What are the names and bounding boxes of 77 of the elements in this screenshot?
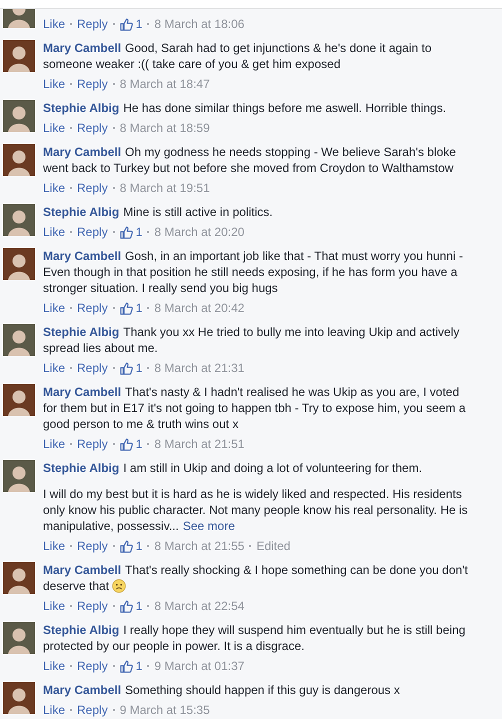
comment-text: Mary Cambell Oh my godness he needs stopping - We believe Sarah's bloke went back to Turkey but not before she moved from Croydon to Walthamstow <box>43 144 457 176</box>
reply-link[interactable]: Reply <box>77 16 108 32</box>
like-count[interactable]: 1 <box>136 224 142 240</box>
like-count[interactable]: 1 <box>136 16 142 32</box>
like-link[interactable]: Like <box>43 16 66 32</box>
timestamp[interactable]: 9 March at 01:37 <box>154 658 244 674</box>
author-name[interactable]: Stephie Albig <box>43 101 120 115</box>
reply-link[interactable]: Reply <box>77 436 108 452</box>
timestamp[interactable]: 8 March at 20:42 <box>154 300 244 316</box>
timestamp[interactable]: 8 March at 21:31 <box>154 360 244 376</box>
like-count[interactable]: 1 <box>136 538 142 554</box>
author-name[interactable]: Stephie Albig <box>43 205 120 219</box>
comment-text: Mary Cambell Something should happen if this guy is dangerous x <box>43 682 401 698</box>
author-name[interactable]: Stephie Albig <box>43 461 120 475</box>
timestamp[interactable]: 8 March at 18:47 <box>120 76 210 92</box>
like-link[interactable]: Like <box>43 436 66 452</box>
timestamp[interactable]: 8 March at 21:51 <box>154 436 244 452</box>
thumbs-up-icon <box>120 302 133 314</box>
like-count[interactable]: 1 <box>136 658 142 674</box>
author-name[interactable]: Mary Cambell <box>43 249 122 263</box>
author-name[interactable]: Mary Cambell <box>43 563 122 577</box>
timestamp[interactable]: 8 March at 19:51 <box>120 180 210 196</box>
like-link[interactable]: Like <box>43 224 66 240</box>
reply-link[interactable]: Reply <box>77 538 108 554</box>
like-link[interactable]: Like <box>43 658 66 674</box>
timestamp[interactable]: 8 March at 20:20 <box>154 224 244 240</box>
comment-text: Stephie Albig Mine is still active in politics. <box>43 204 274 220</box>
author-name[interactable]: Mary Cambell <box>43 683 122 697</box>
timestamp[interactable]: 9 March at 15:35 <box>120 702 210 718</box>
like-link[interactable]: Like <box>43 120 66 136</box>
reply-link[interactable]: Reply <box>77 702 108 718</box>
timestamp[interactable]: 8 March at 22:54 <box>154 598 244 614</box>
thumbs-up-icon <box>120 660 133 672</box>
author-name[interactable]: Mary Cambell <box>43 385 122 399</box>
reply-link[interactable]: Reply <box>77 658 108 674</box>
thumbs-up-icon <box>120 362 133 374</box>
like-link[interactable]: Like <box>43 76 66 92</box>
like-count[interactable]: 1 <box>136 598 142 614</box>
like-link[interactable]: Like <box>43 598 66 614</box>
comment-text: Mary Cambell Gosh, in an important job like that - That must worry you hunni - Even though in that position he still needs exposing, if he has form you have a stronger situation. I really send you big hugs <box>43 248 464 296</box>
like-link[interactable]: Like <box>43 300 66 316</box>
reply-link[interactable]: Reply <box>77 76 108 92</box>
like-link[interactable]: Like <box>43 538 66 554</box>
thumbs-up-icon <box>120 540 133 552</box>
reply-link[interactable]: Reply <box>77 598 108 614</box>
like-count[interactable]: 1 <box>136 436 142 452</box>
reply-link[interactable]: Reply <box>77 300 108 316</box>
comment-text: I will do my best but it is hard as he is widely liked and respected. His residents only know his public character. Not many people know his real personality. He is manipulative, possessiv... See more <box>43 486 469 534</box>
author-name[interactable]: Stephie Albig <box>43 623 120 637</box>
comment-text: Stephie Albig I am still in Ukip and doing a lot of volunteering for them. <box>43 460 424 476</box>
thumbs-up-icon <box>120 226 133 238</box>
comment-text: Mary Cambell That's nasty & I hadn't realised he was Ukip as you are, I voted for them but in E17 it's not going to happen tbh - Try to expose him, you seem a good person to me & truth wins out x <box>43 384 467 432</box>
timestamp[interactable]: 8 March at 18:06 <box>154 16 244 32</box>
like-link[interactable]: Like <box>43 360 66 376</box>
like-count[interactable]: 1 <box>136 300 142 316</box>
reply-link[interactable]: Reply <box>77 120 108 136</box>
like-count[interactable]: 1 <box>136 360 142 376</box>
reply-link[interactable]: Reply <box>77 224 108 240</box>
comment-text: Mary Cambell Good, Sarah had to get injunctions & he's done it again to someone weaker :(( take care of you & get him exposed <box>43 40 433 72</box>
thumbs-up-icon <box>120 18 133 30</box>
timestamp[interactable]: 8 March at 18:59 <box>120 120 210 136</box>
comment-text: Stephie Albig I really hope they will suspend him eventually but he is still being protected by our people in power. It is a disgrace. <box>43 622 466 654</box>
author-name[interactable]: Mary Cambell <box>43 145 122 159</box>
thumbs-up-icon <box>120 600 133 612</box>
author-name[interactable]: Mary Cambell <box>43 41 122 55</box>
comment-text: Stephie Albig Thank you xx He tried to bully me into leaving Ukip and actively spread lies about me. <box>43 324 460 356</box>
edited-label[interactable]: Edited <box>256 538 290 554</box>
like-link[interactable]: Like <box>43 180 66 196</box>
see-more-link[interactable]: See more <box>182 519 235 533</box>
thumbs-up-icon <box>120 438 133 450</box>
comment-text: Stephie Albig He has done similar things before me aswell. Horrible things. <box>43 100 448 116</box>
comment-text: Mary Cambell That's really shocking & I hope something can be done you don't deserve that <box>43 562 469 594</box>
reply-link[interactable]: Reply <box>77 360 108 376</box>
timestamp[interactable]: 8 March at 21:55 <box>154 538 244 554</box>
reply-link[interactable]: Reply <box>77 180 108 196</box>
like-link[interactable]: Like <box>43 702 66 718</box>
author-name[interactable]: Stephie Albig <box>43 325 120 339</box>
